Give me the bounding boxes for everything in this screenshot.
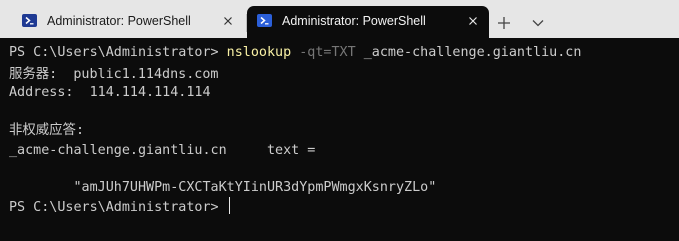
powershell-icon xyxy=(22,14,37,27)
command-argument: _acme-challenge.giantliu.cn xyxy=(363,45,582,60)
close-icon[interactable] xyxy=(465,13,481,29)
prompt: PS C:\Users\Administrator> xyxy=(9,200,227,215)
command-name: nslookup xyxy=(226,45,292,60)
txt-record-line: _acme-challenge.giantliu.cn text = xyxy=(9,143,316,158)
command-line: PS C:\Users\Administrator> nslookup -qt=… xyxy=(9,43,581,63)
final-prompt-line: PS C:\Users\Administrator> xyxy=(9,197,231,217)
server-line: 服务器: public1.114dns.com xyxy=(9,67,219,82)
text-cursor xyxy=(228,197,231,214)
close-icon[interactable] xyxy=(220,13,236,29)
chevron-down-icon xyxy=(532,20,544,27)
new-tab-button[interactable] xyxy=(493,12,515,34)
tab-powershell-2[interactable]: Administrator: PowerShell xyxy=(247,6,489,38)
terminal-output[interactable]: PS C:\Users\Administrator> nslookup -qt=… xyxy=(0,38,679,241)
tab-title: Administrator: PowerShell xyxy=(47,14,191,28)
tab-dropdown-button[interactable] xyxy=(527,12,549,34)
prompt: PS C:\Users\Administrator> xyxy=(9,45,227,60)
powershell-icon xyxy=(257,14,272,27)
non-authoritative-line: 非权威应答: xyxy=(9,123,85,138)
tab-bar: Administrator: PowerShell Administrator:… xyxy=(0,0,679,38)
plus-icon xyxy=(498,17,510,29)
tab-powershell-1[interactable]: Administrator: PowerShell xyxy=(12,6,244,38)
command-param: -qt=TXT xyxy=(299,45,356,60)
address-line: Address: 114.114.114.114 xyxy=(9,85,211,100)
txt-value-line: "amJUh7UHWPm-CXCTaKtYIinUR3dYpmPWmgxKsnr… xyxy=(9,180,437,195)
terminal-window: Administrator: PowerShell Administrator:… xyxy=(0,0,679,241)
tab-title: Administrator: PowerShell xyxy=(282,14,426,28)
scrollbar[interactable] xyxy=(675,38,679,241)
